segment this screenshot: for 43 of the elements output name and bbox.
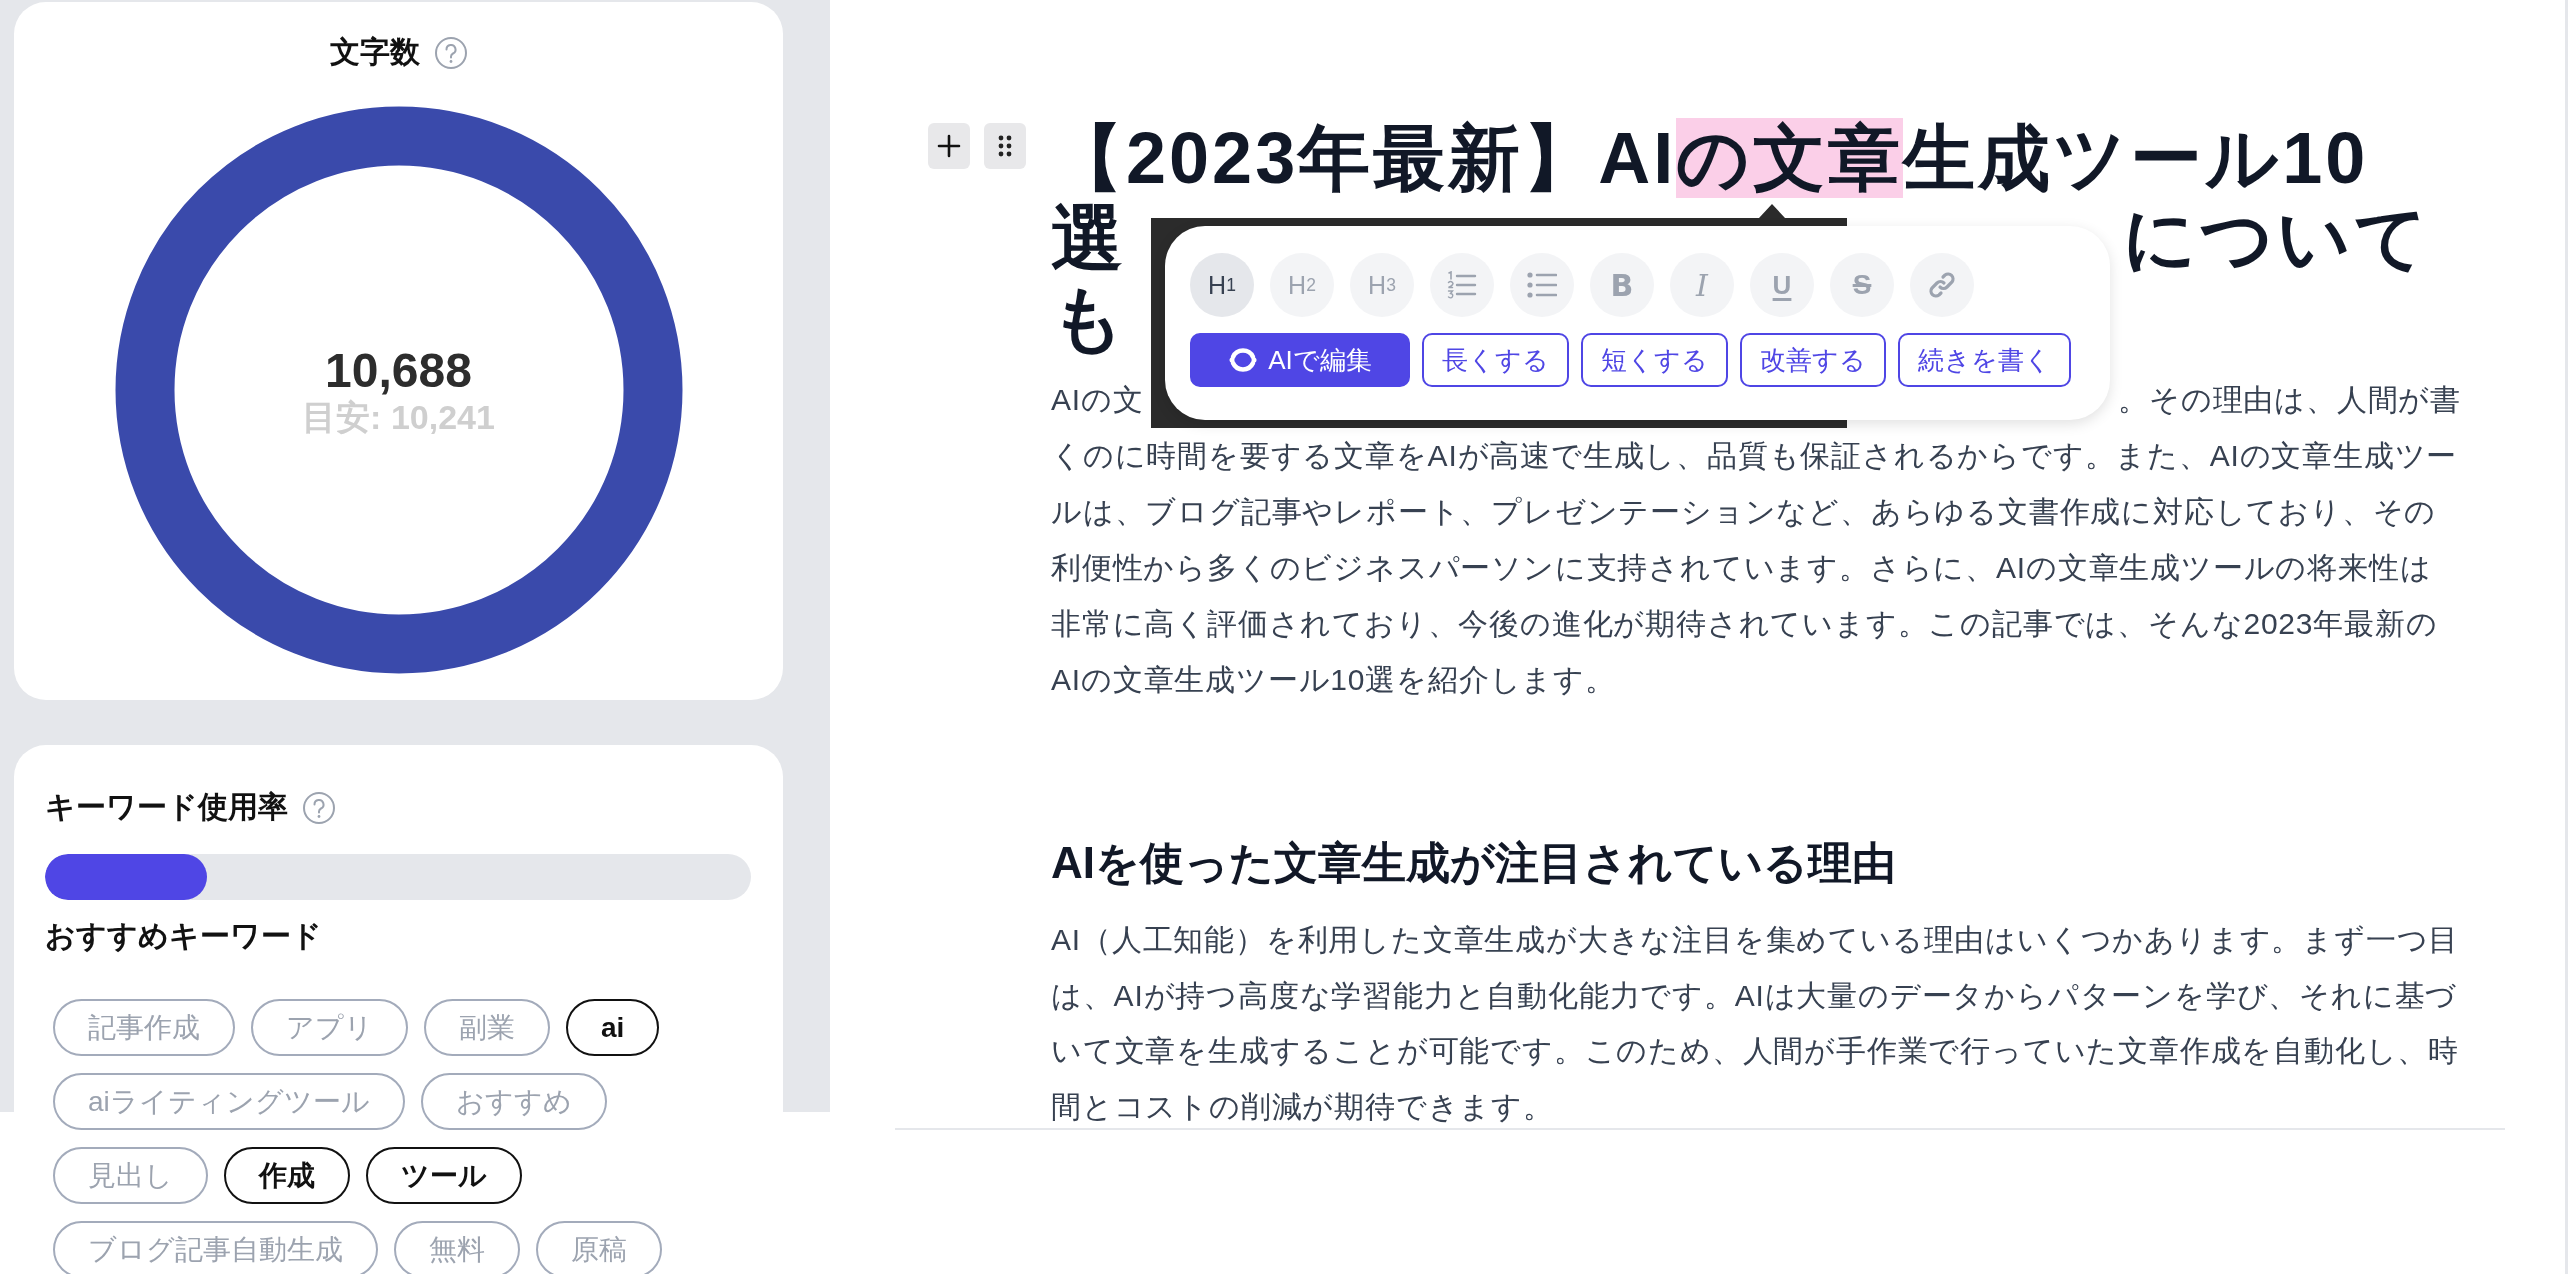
- numbered-list-icon: [1447, 271, 1477, 299]
- card-title: キーワード使用率: [45, 789, 288, 825]
- plus-icon: [937, 134, 961, 158]
- add-block-button[interactable]: [928, 123, 970, 169]
- bullet-list-icon: [1527, 272, 1557, 298]
- keyword-chip[interactable]: ai: [566, 999, 660, 1056]
- drag-handle-icon: [998, 135, 1012, 157]
- keyword-chip[interactable]: 見出し: [53, 1147, 208, 1204]
- keyword-chip[interactable]: 副業: [424, 999, 550, 1056]
- ai-edit-button[interactable]: AIで編集: [1190, 333, 1410, 387]
- paragraph-text: AIの文: [1051, 382, 1144, 418]
- rewrite-option-button[interactable]: 改善する: [1740, 333, 1886, 387]
- section-title: おすすめキーワード: [45, 918, 322, 954]
- drag-handle[interactable]: [984, 123, 1026, 169]
- paragraph-text: くのに時間を要する文章をAIが高速で生成し、品質も保証されるからです。また、AIの文章生成ツールは、ブログ記事やレポート、プレゼンテーションなど、あらゆる文書作成に対応しており、その利便性から多くのビジネスパーソンに支持されています。さらに、AIの文章生成ツールの将来性は非常に高く評価されており、今後の進化が期待されています。この記事では、そんな2023年最新のAIの文章生成ツール10選を紹介します。: [1051, 438, 2459, 698]
- keyword-chip[interactable]: ブログ記事自動生成: [53, 1221, 378, 1274]
- keyword-chip[interactable]: aiライティングツール: [53, 1073, 405, 1130]
- keyword-chip[interactable]: ツール: [366, 1147, 522, 1204]
- article-title: 【2023年最新】AIの文章生成ツール10: [1051, 118, 2370, 198]
- paragraph-text: AI（人工知能）を利用した文章生成が大きな注目を集めている理由はいくつかあります。まず一つ目は、AIが持つ高度な学習能力と自動化能力です。AIは大量のデータからパターンを学び、それに基づいて文章を生成することが可能です。このため、人間が手作業で行っていた文章作成を自動化し、時間とコストの削減が期待できます。: [1051, 922, 2461, 1125]
- paragraph-text: 。その理由は、人間が書: [2118, 382, 2461, 418]
- keyword-chip[interactable]: 記事作成: [53, 999, 235, 1056]
- keyword-chip[interactable]: 原稿: [536, 1221, 662, 1274]
- rewrite-option-button[interactable]: 長くする: [1422, 333, 1569, 387]
- article-title-fragment: も: [1051, 278, 1128, 358]
- rewrite-option-button[interactable]: 続きを書く: [1898, 333, 2071, 387]
- section-heading: AIを使った文章生成が注目されている理由: [1051, 837, 1897, 889]
- bold-button[interactable]: B: [1590, 253, 1654, 317]
- card-title: 文字数: [329, 34, 420, 70]
- keyword-chip[interactable]: おすすめ: [420, 1073, 607, 1130]
- help-icon[interactable]: [302, 790, 336, 825]
- link-icon: [1927, 270, 1957, 300]
- character-count: 10,688: [325, 345, 472, 397]
- underline-button[interactable]: U: [1750, 253, 1814, 317]
- keyword-chip[interactable]: 無料: [394, 1221, 520, 1274]
- article-title-fragment: について: [2123, 198, 2431, 278]
- rewrite-option-button[interactable]: 短くする: [1581, 333, 1728, 387]
- keyword-chip[interactable]: アプリ: [251, 999, 408, 1056]
- help-icon[interactable]: [433, 35, 468, 70]
- article-title-fragment: 選: [1051, 198, 1126, 278]
- keyword-chip[interactable]: 作成: [224, 1147, 350, 1204]
- strikethrough-button[interactable]: S: [1830, 253, 1894, 317]
- italic-button[interactable]: I: [1670, 253, 1734, 317]
